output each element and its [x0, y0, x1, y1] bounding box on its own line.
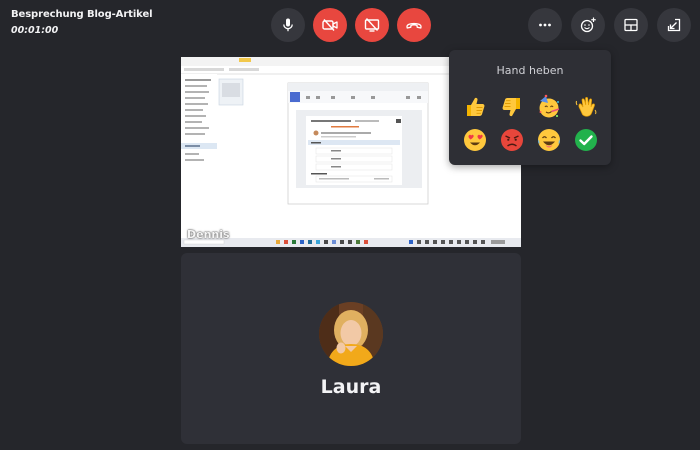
- angry-face-icon[interactable]: [499, 127, 525, 153]
- hang-up-button[interactable]: [397, 8, 431, 42]
- reactions-button[interactable]: [571, 8, 605, 42]
- waving-hand-icon[interactable]: [573, 94, 599, 120]
- party-face-icon[interactable]: [536, 94, 562, 120]
- participant-photo: [319, 302, 383, 366]
- meeting-timer: 00:01:00: [11, 25, 59, 36]
- laughing-face-icon[interactable]: [536, 127, 562, 153]
- hang-up-icon: [406, 22, 422, 29]
- thumbs-down-icon[interactable]: [499, 94, 525, 120]
- raise-hand-title[interactable]: Hand heben: [449, 64, 611, 77]
- camera-button[interactable]: [313, 8, 347, 42]
- more-options-button[interactable]: [528, 8, 562, 42]
- check-mark-icon[interactable]: [573, 127, 599, 153]
- heart-eyes-icon[interactable]: [462, 127, 488, 153]
- microphone-button[interactable]: [271, 8, 305, 42]
- layout-icon: [624, 18, 638, 32]
- participant-tile[interactable]: Laura: [181, 253, 521, 444]
- screen-share-off-icon: [364, 18, 380, 32]
- more-dots-icon: [539, 23, 551, 27]
- reactions-popup: Hand heben: [449, 50, 611, 165]
- screen-share-button[interactable]: [355, 8, 389, 42]
- minimize-icon: [667, 18, 681, 32]
- video-call-window: Besprechung Blog-Artikel 00:01:00 Dennis…: [0, 0, 700, 450]
- avatar: [319, 302, 383, 366]
- camera-off-icon: [322, 19, 338, 31]
- participant-name: Laura: [320, 376, 382, 398]
- meeting-info: Besprechung Blog-Artikel 00:01:00: [11, 9, 153, 36]
- minimize-button[interactable]: [657, 8, 691, 42]
- meeting-title: Besprechung Blog-Artikel: [11, 9, 153, 20]
- presenter-name: Dennis: [187, 228, 230, 241]
- layout-button[interactable]: [614, 8, 648, 42]
- emoji-add-icon: [580, 17, 596, 33]
- thumbs-up-icon[interactable]: [462, 94, 488, 120]
- microphone-icon: [283, 18, 293, 32]
